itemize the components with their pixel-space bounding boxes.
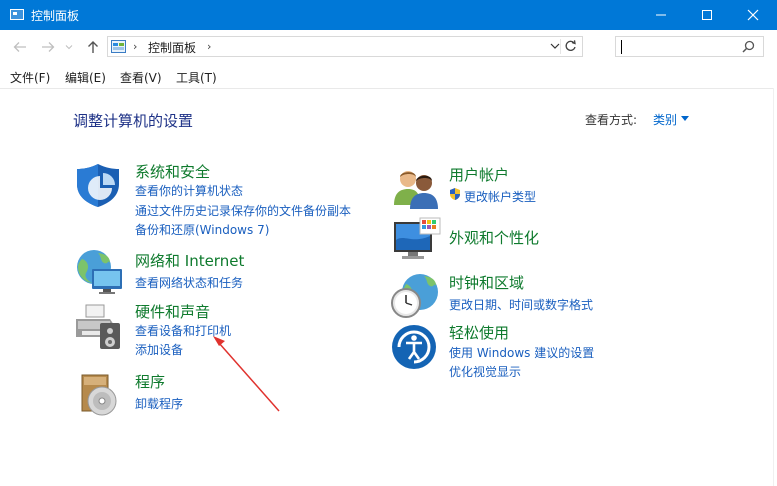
up-arrow-icon: [88, 41, 98, 53]
search-icon[interactable]: [742, 40, 755, 53]
maximize-icon: [702, 10, 712, 20]
up-button[interactable]: [85, 39, 101, 55]
link-windows-recommended-settings[interactable]: 使用 Windows 建议的设置: [449, 344, 594, 361]
link-backup-restore[interactable]: 备份和还原(Windows 7): [135, 221, 269, 238]
close-icon: [747, 9, 759, 21]
menu-tools[interactable]: 工具(T): [176, 69, 217, 86]
caret-down-icon[interactable]: [681, 116, 689, 121]
link-network-status[interactable]: 查看网络状态和任务: [135, 274, 243, 291]
programs-disc-icon[interactable]: [80, 373, 120, 417]
link-file-history[interactable]: 通过文件历史记录保存你的文件备份副本: [135, 202, 351, 219]
link-add-device[interactable]: 添加设备: [135, 341, 183, 358]
maximize-button[interactable]: [684, 0, 730, 30]
link-uninstall-program[interactable]: 卸载程序: [135, 395, 183, 412]
link-devices-printers[interactable]: 查看设备和打印机: [135, 322, 231, 339]
category-title[interactable]: 外观和个性化: [449, 227, 539, 248]
category-title[interactable]: 用户帐户: [449, 164, 509, 185]
link-optimize-visual-display[interactable]: 优化视觉显示: [449, 363, 521, 380]
page-title: 调整计算机的设置: [73, 112, 194, 130]
ease-of-access-icon[interactable]: [391, 324, 437, 370]
clock-globe-icon[interactable]: [390, 272, 440, 320]
window-right-edge: [773, 88, 777, 486]
breadcrumb-control-panel[interactable]: 控制面板: [148, 39, 196, 56]
menu-edit[interactable]: 编辑(E): [65, 69, 106, 86]
category-title[interactable]: 程序: [135, 371, 165, 392]
breadcrumb-separator[interactable]: ›: [207, 40, 211, 53]
monitor-palette-icon[interactable]: [392, 216, 442, 264]
link-view-computer-status[interactable]: 查看你的计算机状态: [135, 182, 243, 199]
category-title[interactable]: 轻松使用: [449, 322, 509, 343]
users-icon[interactable]: [392, 167, 440, 209]
category-title[interactable]: 网络和 Internet: [135, 250, 244, 271]
breadcrumb-separator[interactable]: ›: [133, 40, 137, 53]
navigation-bar: › 控制面板 ›: [0, 30, 777, 64]
recent-locations-button[interactable]: [64, 39, 74, 55]
category-title[interactable]: 时钟和区域: [449, 272, 524, 293]
back-button[interactable]: [12, 39, 28, 55]
printer-speaker-icon[interactable]: [74, 303, 124, 351]
minimize-button[interactable]: [638, 0, 684, 30]
menu-bar: 文件(F) 编辑(E) 查看(V) 工具(T): [0, 64, 777, 89]
view-by-label: 查看方式:: [585, 113, 638, 127]
text-caret: [621, 40, 622, 54]
control-panel-icon: [111, 40, 126, 53]
back-arrow-icon: [13, 42, 26, 52]
link-change-date-time-format[interactable]: 更改日期、时间或数字格式: [449, 296, 593, 313]
menu-view[interactable]: 查看(V): [120, 69, 162, 86]
refresh-icon[interactable]: [560, 39, 579, 54]
close-button[interactable]: [730, 0, 776, 30]
forward-button[interactable]: [40, 39, 56, 55]
network-globe-icon[interactable]: [74, 249, 124, 295]
view-by-dropdown[interactable]: 类别: [653, 111, 677, 128]
chevron-down-icon: [65, 45, 73, 50]
address-dropdown-icon[interactable]: [550, 41, 560, 51]
menu-file[interactable]: 文件(F): [10, 69, 50, 86]
title-bar: 控制面板: [0, 0, 777, 30]
forward-arrow-icon: [42, 42, 55, 52]
minimize-icon: [656, 14, 666, 16]
category-title[interactable]: 系统和安全: [135, 161, 210, 182]
control-panel-app-icon: [10, 9, 24, 20]
shield-icon[interactable]: [74, 162, 122, 208]
search-input[interactable]: [615, 36, 764, 57]
link-change-account-type[interactable]: 更改帐户类型: [464, 188, 536, 205]
category-title[interactable]: 硬件和声音: [135, 301, 210, 322]
address-bar[interactable]: › 控制面板 ›: [107, 36, 583, 57]
window-title: 控制面板: [31, 9, 80, 23]
uac-shield-icon: [450, 188, 460, 200]
